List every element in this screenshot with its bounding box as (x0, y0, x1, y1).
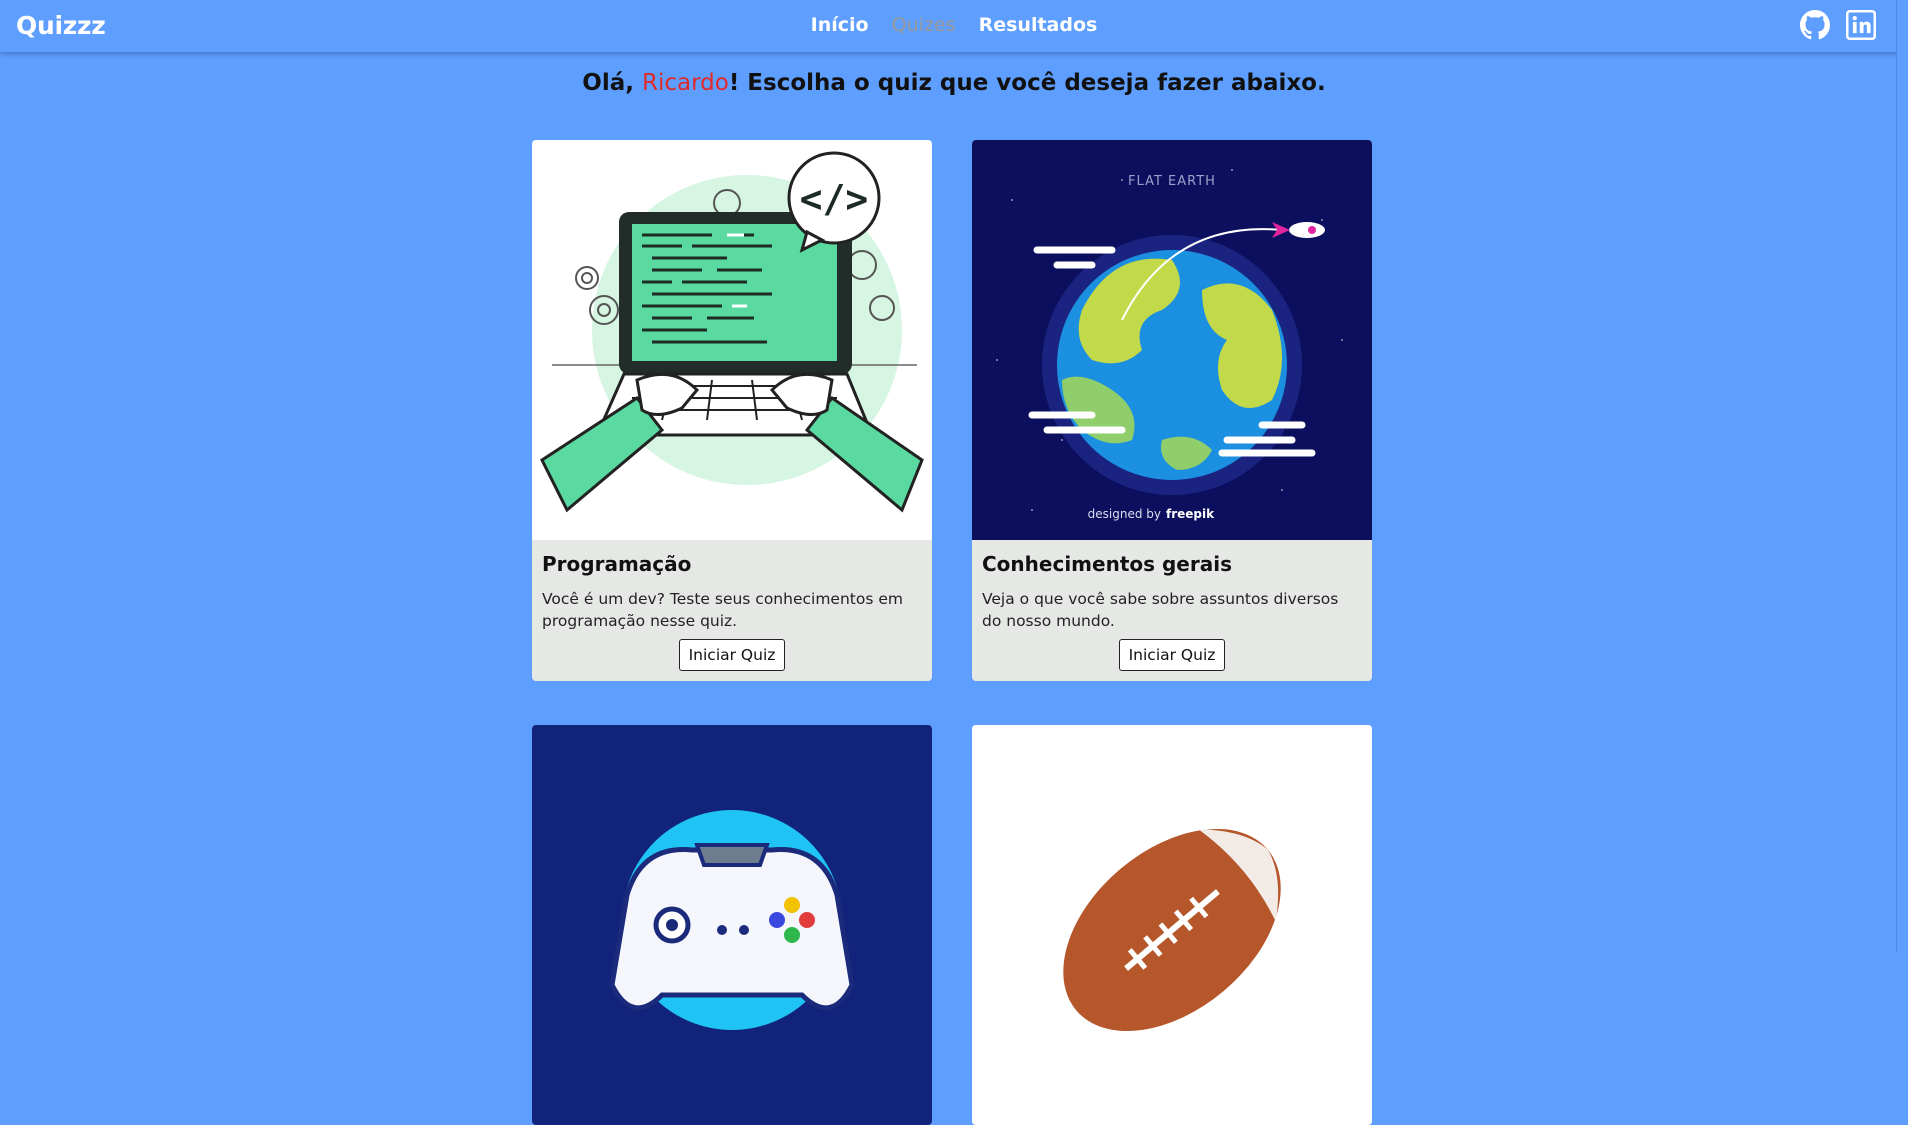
nav-link-quizes[interactable]: Quizes (892, 14, 956, 36)
game-controller-illustration (532, 725, 932, 1125)
nav-link-inicio[interactable]: Início (811, 14, 869, 36)
scrollbar[interactable] (1896, 0, 1908, 952)
freepik-label: freepik (1166, 507, 1215, 521)
greeting-suffix: ! Escolha o quiz que você deseja fazer a… (728, 70, 1326, 96)
flat-earth-illustration: FLAT EARTH designed by freepik (972, 140, 1372, 540)
american-football-illustration (972, 725, 1372, 1125)
flat-earth-caption: FLAT EARTH (1128, 174, 1216, 189)
nav-link-resultados[interactable]: Resultados (979, 14, 1098, 36)
quiz-card-esportes (972, 725, 1372, 1125)
greeting-prefix: Olá, (582, 70, 642, 96)
designed-by-label: designed by (1088, 507, 1161, 521)
card-body: Conhecimentos gerais Veja o que você sab… (972, 540, 1372, 681)
greeting-heading: Olá, Ricardo! Escolha o quiz que você de… (0, 70, 1908, 96)
card-title: Programação (542, 552, 692, 576)
quiz-card-conhecimentos-gerais: FLAT EARTH designed by freepik Conhecime… (972, 140, 1372, 681)
nav-links: Início Quizes Resultados (0, 14, 1908, 36)
social-links (1800, 10, 1876, 40)
start-quiz-button-programacao[interactable]: Iniciar Quiz (678, 639, 786, 671)
card-description: Veja o que você sabe sobre assuntos dive… (982, 590, 1339, 630)
github-icon[interactable] (1800, 10, 1830, 40)
svg-text:</>: </> (800, 177, 869, 221)
navbar: Quizzz Início Quizes Resultados (0, 0, 1908, 52)
start-quiz-button-conhecimentos-gerais[interactable]: Iniciar Quiz (1118, 639, 1226, 671)
quiz-card-games (532, 725, 932, 1125)
card-title: Conhecimentos gerais (982, 552, 1232, 576)
linkedin-icon[interactable] (1846, 10, 1876, 40)
card-description: Você é um dev? Teste seus conhecimentos … (542, 590, 903, 630)
card-body: Programação Você é um dev? Teste seus co… (532, 540, 932, 681)
laptop-coding-illustration: </> (532, 140, 932, 540)
user-name: Ricardo (641, 70, 729, 96)
quiz-card-programacao: </> Programação Você é um dev? Teste seu… (532, 140, 932, 681)
